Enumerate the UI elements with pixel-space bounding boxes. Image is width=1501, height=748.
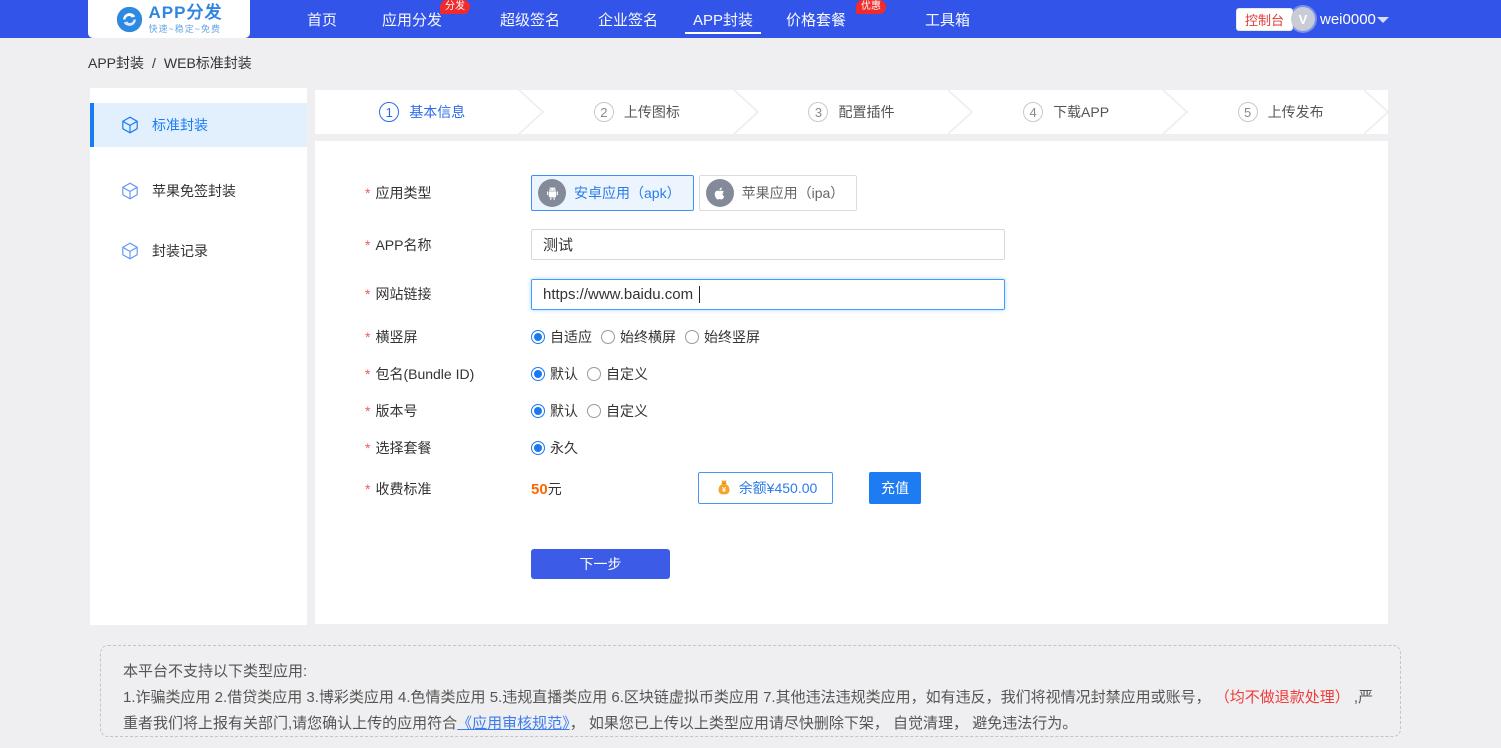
nav-item-pricing[interactable]: 价格套餐 优惠 [786, 0, 846, 38]
cube-icon [121, 242, 139, 260]
balance-label: 余额¥450.00 [739, 478, 818, 498]
sidebar-item-standard-packaging[interactable]: 标准封装 [90, 103, 307, 147]
radio-option-bundle-default[interactable]: 默认 [531, 364, 578, 384]
radio-option-always-landscape[interactable]: 始终横屏 [601, 327, 676, 347]
radio-unchecked-icon [587, 404, 601, 418]
radio-option-version-custom[interactable]: 自定义 [587, 401, 648, 421]
sidebar: 标准封装 苹果免签封装 封装记录 [90, 88, 307, 625]
nav-item-super-signature[interactable]: 超级签名 [500, 0, 560, 38]
radio-unchecked-icon [685, 330, 699, 344]
bundle-id-label: 包名(Bundle ID) [365, 364, 531, 384]
price-unit: 元 [548, 479, 562, 499]
money-bag-icon: ¥ [714, 478, 734, 498]
breadcrumb-separator: / [152, 55, 156, 71]
site-url-input[interactable] [531, 279, 1005, 310]
balance-button[interactable]: ¥ 余额¥450.00 [698, 472, 833, 504]
text-cursor [699, 286, 700, 303]
step-upload-icon: 2 上传图标 [530, 90, 745, 134]
app-name-label: APP名称 [365, 235, 531, 255]
form-panel: 应用类型 安卓应用（apk） [315, 141, 1388, 624]
plan-label: 选择套餐 [365, 438, 531, 458]
sidebar-item-packaging-records[interactable]: 封装记录 [90, 229, 307, 273]
step-download-app: 4 下载APP [959, 90, 1174, 134]
notice-body: 1.诈骗类应用 2.借贷类应用 3.博彩类应用 4.色情类应用 5.违规直播类应… [123, 685, 1378, 737]
nav-item-toolbox[interactable]: 工具箱 [925, 0, 970, 38]
breadcrumb-parent[interactable]: APP封装 [88, 53, 144, 73]
wizard-stepper: 1 基本信息 2 上传图标 3 配置插件 4 下载APP 5 上传发布 [315, 90, 1388, 134]
app-type-ios-button[interactable]: 苹果应用（ipa） [699, 175, 858, 211]
logo-icon [116, 6, 143, 33]
breadcrumb: APP封装 / WEB标准封装 [88, 38, 252, 88]
radio-option-adaptive[interactable]: 自适应 [531, 327, 592, 347]
recharge-button[interactable]: 充值 [869, 472, 921, 504]
step-configure-plugins: 3 配置插件 [744, 90, 959, 134]
chevron-down-icon[interactable] [1377, 17, 1389, 23]
console-button[interactable]: 控制台 [1236, 8, 1293, 31]
cube-icon [121, 116, 139, 134]
apple-icon [706, 179, 734, 207]
radio-option-version-default[interactable]: 默认 [531, 401, 578, 421]
nav-item-home[interactable]: 首页 [307, 0, 337, 38]
radio-option-always-portrait[interactable]: 始终竖屏 [685, 327, 760, 347]
price-amount: 50 [531, 481, 548, 498]
logo-subtitle: 快速~稳定~免费 [149, 22, 223, 35]
step-upload-publish: 5 上传发布 [1173, 90, 1388, 134]
android-icon [538, 179, 566, 207]
no-refund-warning: （均不做退款处理） [1215, 689, 1350, 706]
site-url-label: 网站链接 [365, 284, 531, 304]
nav-badge-discount: 优惠 [856, 0, 886, 14]
avatar[interactable]: V [1291, 7, 1315, 31]
step-separator-chevron [1160, 90, 1190, 134]
nav-item-app-distribution[interactable]: 应用分发 分发 [382, 0, 442, 38]
policy-notice: 本平台不支持以下类型应用: 1.诈骗类应用 2.借贷类应用 3.博彩类应用 4.… [100, 645, 1401, 737]
nav-item-app-packaging[interactable]: APP封装 [693, 0, 753, 38]
step-separator-chevron [945, 90, 975, 134]
review-guidelines-link[interactable]: 《应用审核规范》 [457, 715, 570, 732]
page: APP分发 快速~稳定~免费 首页 应用分发 分发 超级签名 企业签名 APP封… [0, 0, 1501, 748]
orientation-label: 横竖屏 [365, 327, 531, 347]
logo[interactable]: APP分发 快速~稳定~免费 [88, 0, 250, 38]
radio-checked-icon [531, 404, 545, 418]
app-type-android-button[interactable]: 安卓应用（apk） [531, 175, 694, 211]
app-type-label: 应用类型 [365, 183, 531, 203]
step-separator-chevron [731, 90, 761, 134]
username[interactable]: wei0000 [1320, 0, 1376, 38]
breadcrumb-current: WEB标准封装 [164, 53, 252, 73]
cube-icon [121, 182, 139, 200]
notice-title: 本平台不支持以下类型应用: [123, 659, 1378, 685]
version-label: 版本号 [365, 401, 531, 421]
radio-unchecked-icon [601, 330, 615, 344]
step-basic-info: 1 基本信息 [315, 90, 530, 134]
logo-title: APP分发 [149, 4, 223, 21]
active-nav-underline [685, 32, 761, 34]
step-separator-chevron [516, 90, 546, 134]
radio-unchecked-icon [587, 367, 601, 381]
radio-checked-icon [531, 441, 545, 455]
next-step-button[interactable]: 下一步 [531, 549, 670, 579]
nav-item-enterprise-signature[interactable]: 企业签名 [598, 0, 658, 38]
app-name-input[interactable] [531, 229, 1005, 260]
radio-option-bundle-custom[interactable]: 自定义 [587, 364, 648, 384]
sidebar-item-apple-signfree-packaging[interactable]: 苹果免签封装 [90, 169, 307, 213]
price-label: 收费标准 [365, 479, 531, 499]
radio-checked-icon [531, 330, 545, 344]
step-separator-chevron [1361, 90, 1391, 134]
radio-checked-icon [531, 367, 545, 381]
top-navbar: APP分发 快速~稳定~免费 首页 应用分发 分发 超级签名 企业签名 APP封… [0, 0, 1501, 38]
radio-option-plan-permanent[interactable]: 永久 [531, 438, 578, 458]
nav-badge-distribution: 分发 [440, 0, 470, 14]
